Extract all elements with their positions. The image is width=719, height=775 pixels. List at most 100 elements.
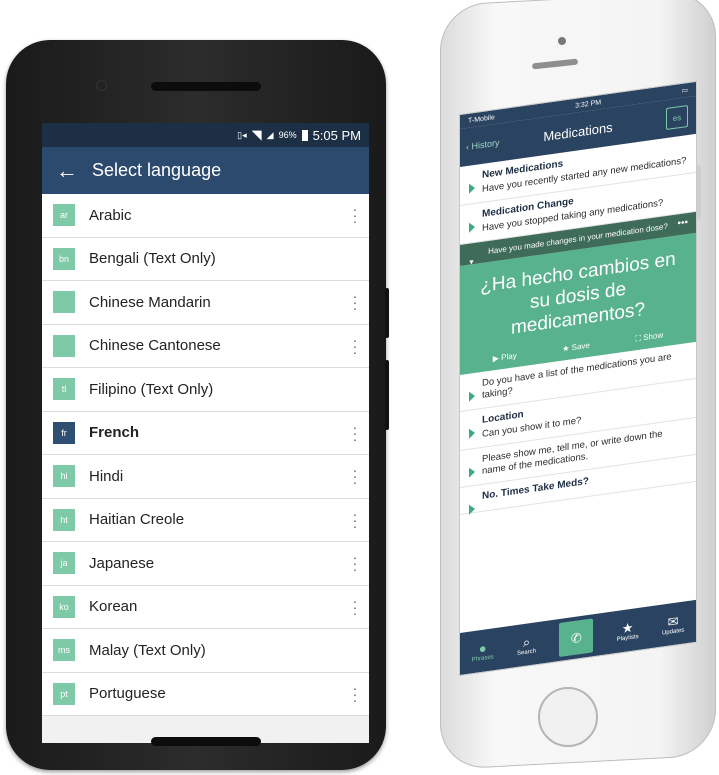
carrier-label: T-Mobile [468,113,495,125]
language-row[interactable]: Chinese Mandarin · · · [42,281,369,325]
battery-icon: ▭ [681,86,688,95]
overflow-menu-icon[interactable]: · · · [341,463,369,489]
save-label: Save [571,340,590,353]
language-name: Japanese [89,554,155,572]
language-code-badge: ar [53,204,75,227]
battery-percent: 96% [278,130,297,140]
android-phone: ▯◂ ◥ ◢ 96% 5:05 PM ← Select language ar A… [6,40,389,770]
play-triangle-icon[interactable] [469,390,475,402]
language-name: Haitian Creole [89,511,185,529]
overflow-menu-icon[interactable]: · · · [341,333,369,359]
search-icon: ⌕ [522,633,531,650]
language-code-badge: hi [53,465,75,488]
language-row[interactable]: ar Arabic · · · [42,194,369,238]
battery-icon [301,129,308,141]
language-code-badge: ko [53,595,75,618]
play-triangle-icon[interactable] [469,503,475,515]
play-triangle-icon[interactable] [469,427,475,439]
language-row[interactable]: fr French · · · [42,411,369,455]
language-code-badge [53,291,75,314]
play-label: Play [501,351,517,363]
language-name: Chinese Mandarin [89,293,211,311]
status-time: 5:05 PM [312,127,361,143]
language-code-badge: tl [53,378,75,401]
signal-icon: ◢ [266,129,274,140]
android-screen: ▯◂ ◥ ◢ 96% 5:05 PM ← Select language ar A… [42,123,369,743]
play-triangle-icon[interactable] [469,182,475,194]
language-list: ar Arabic · · · bn Bengali (Text Only) Chinese … [42,194,369,716]
tab-updates[interactable]: ✉ Updates [662,612,684,636]
more-options-icon[interactable]: ••• [677,217,688,229]
language-code-badge [53,334,75,357]
tab-phrases[interactable]: ● Phrases [472,639,494,663]
star-icon: ★ [562,343,570,354]
language-row[interactable]: Chinese Cantonese · · · [42,324,369,368]
tab-label: Updates [661,626,685,637]
tab-search[interactable]: ⌕ Search [517,633,536,657]
vibrate-icon: ▯◂ [237,129,247,140]
show-label: Show [643,330,664,343]
language-code-badge: pt [53,682,75,705]
tab-label: Playlists [616,633,639,643]
iphone-screen: T-Mobile 3:32 PM ▭ ‹ History Medications… [460,81,696,676]
language-row[interactable]: hi Hindi · · · [42,455,369,499]
language-row[interactable]: ht Haitian Creole · · · [42,498,369,542]
page-title: Select language [92,160,222,180]
overflow-menu-icon[interactable]: · · · [341,507,369,533]
ios-status-time: 3:32 PM [575,98,602,110]
back-arrow-icon[interactable]: ← [42,158,92,184]
language-code-badge: fr [53,421,75,444]
language-row[interactable]: pt Portuguese · · · [42,672,369,716]
front-camera [558,37,566,45]
language-row[interactable]: bn Bengali (Text Only) [42,237,369,281]
language-name: Portuguese [89,685,166,703]
overflow-menu-icon[interactable]: · · · [341,202,369,228]
language-name: Bengali (Text Only) [89,250,216,268]
language-code-badge: ja [53,552,75,575]
play-button[interactable]: ▶ Play [493,351,517,364]
language-row[interactable]: ko Korean · · · [42,585,369,629]
tab-playlists[interactable]: ★ Playlists [617,618,639,642]
tab-call[interactable]: ✆ [559,618,594,658]
play-icon: ▶ [492,353,499,364]
language-name: Hindi [89,467,124,485]
iphone: T-Mobile 3:32 PM ▭ ‹ History Medications… [440,0,716,770]
speech-bubble-icon: ● [478,639,487,656]
play-triangle-icon[interactable] [469,466,475,478]
overflow-menu-icon[interactable]: · · · [341,594,369,620]
overflow-menu-icon[interactable]: · · · [341,681,369,707]
mail-icon: ✉ [667,612,679,630]
language-row[interactable]: ms Malay (Text Only) [42,629,369,673]
volume-button [385,360,389,430]
language-row[interactable]: ja Japanese · · · [42,542,369,586]
front-camera [96,80,107,91]
language-code-badge: ht [53,508,75,531]
language-code-badge: bn [53,247,75,270]
bottom-speaker [151,737,261,746]
language-name: Korean [89,598,138,616]
overflow-menu-icon[interactable]: · · · [341,289,369,315]
language-name: Arabic [89,206,132,224]
language-code-badge: ms [53,639,75,662]
language-name: French [89,424,140,442]
tab-label: Search [516,647,536,657]
play-triangle-icon[interactable] [469,221,475,233]
show-button[interactable]: ⛶ Show [635,330,663,344]
language-row[interactable]: tl Filipino (Text Only) [42,368,369,412]
collapse-caret-icon[interactable]: ▼ [468,257,475,269]
language-name: Chinese Cantonese [89,337,221,355]
top-speaker [151,82,261,91]
android-status-bar: ▯◂ ◥ ◢ 96% 5:05 PM [42,123,369,147]
phone-icon: ✆ [570,629,582,646]
overflow-menu-icon[interactable]: · · · [341,420,369,446]
language-badge-button[interactable]: es [666,104,688,131]
android-toolbar: ← Select language [42,147,369,194]
overflow-menu-icon[interactable]: · · · [341,550,369,576]
expand-icon: ⛶ [635,333,641,344]
wifi-icon: ◥ [251,127,262,142]
power-button [385,288,389,338]
language-name: Filipino (Text Only) [89,380,214,398]
language-name: Malay (Text Only) [89,641,206,659]
save-button[interactable]: ★ Save [562,341,590,355]
home-button[interactable] [538,687,598,747]
